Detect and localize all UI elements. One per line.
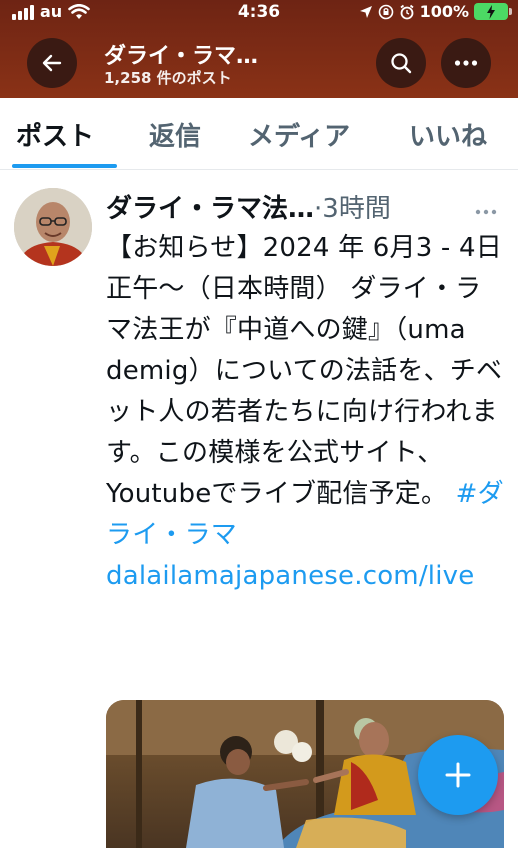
tweet-text: 【お知らせ】2024 年 6月3 - 4日 正午〜（日本時間） ダライ・ラマ法王… xyxy=(106,228,506,597)
tab-media[interactable]: メディア xyxy=(248,116,350,153)
tab-posts[interactable]: ポスト xyxy=(16,116,94,153)
back-button[interactable] xyxy=(27,38,77,88)
active-tab-indicator xyxy=(12,164,117,168)
post-count: 1,258 件のポスト xyxy=(104,69,232,87)
battery-charging-icon xyxy=(474,3,512,20)
location-arrow-icon xyxy=(359,5,372,18)
search-icon xyxy=(391,53,412,74)
app-header: au 4:36 100% ダライ・ラマ… 1,258 件のポスト xyxy=(0,0,518,98)
more-options-button[interactable] xyxy=(441,38,491,88)
more-horizontal-icon xyxy=(475,209,497,215)
tweet-time[interactable]: 3時間 xyxy=(322,194,391,224)
profile-title: ダライ・ラマ… xyxy=(104,44,259,69)
status-bar: au 4:36 100% xyxy=(0,0,518,24)
tweet-header: ダライ・ラマ法…·3時間 xyxy=(106,188,506,224)
battery-percent: 100% xyxy=(419,2,469,21)
tab-replies[interactable]: 返信 xyxy=(149,116,201,153)
orientation-lock-icon xyxy=(378,4,393,19)
arrow-left-icon xyxy=(42,54,62,72)
avatar[interactable] xyxy=(14,188,92,266)
author-name[interactable]: ダライ・ラマ法… xyxy=(106,194,314,224)
alarm-icon xyxy=(400,4,414,19)
plus-icon xyxy=(445,762,471,788)
compose-post-button[interactable] xyxy=(418,735,498,815)
profile-tabs: ポスト 返信 メディア いいね xyxy=(0,98,518,170)
more-horizontal-icon xyxy=(454,60,478,66)
tab-likes[interactable]: いいね xyxy=(409,116,487,153)
tweet-more-button[interactable] xyxy=(475,200,497,219)
tweet-body-text: 【お知らせ】2024 年 6月3 - 4日 正午〜（日本時間） ダライ・ラマ法王… xyxy=(106,233,503,509)
url-link[interactable]: dalailamajapanese.com/live xyxy=(106,556,506,597)
search-button[interactable] xyxy=(376,38,426,88)
